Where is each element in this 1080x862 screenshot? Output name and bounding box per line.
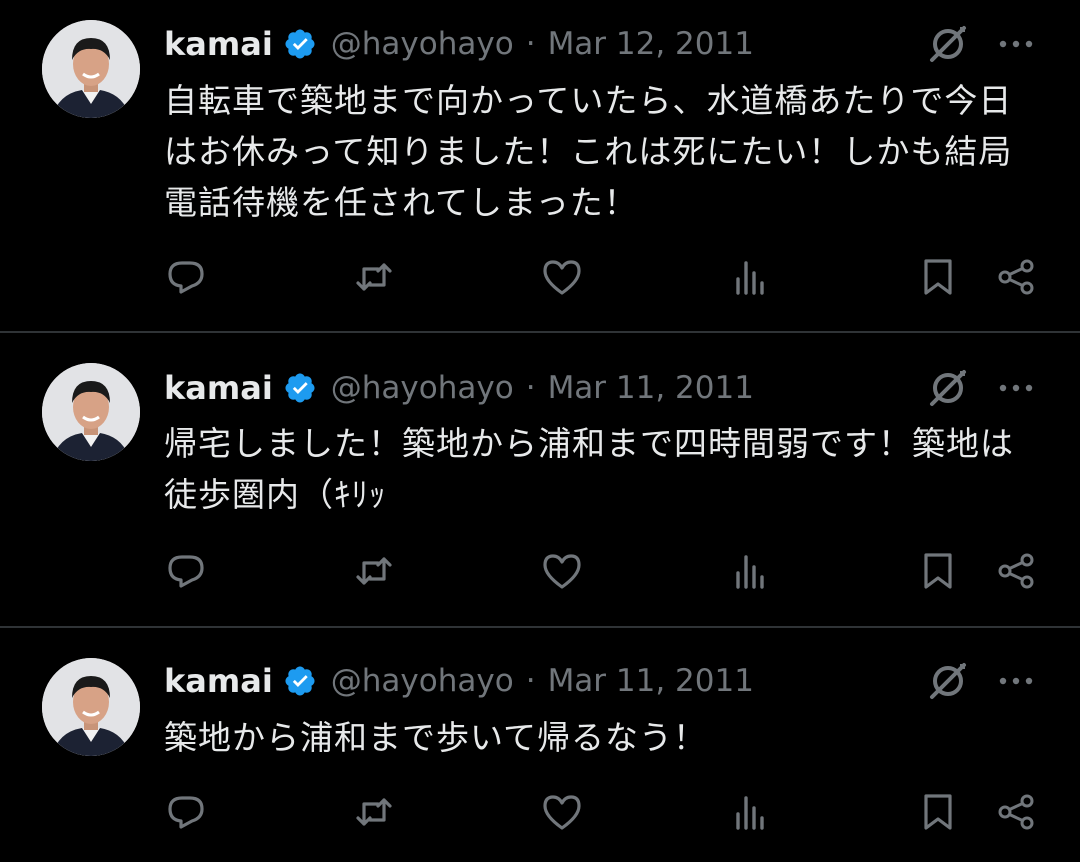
more-horizontal-icon[interactable] [994,22,1038,66]
retweet-icon[interactable] [352,792,396,832]
separator-dot: · [525,663,536,699]
more-horizontal-icon[interactable] [994,659,1038,703]
display-name[interactable]: kamai [164,25,273,63]
tweet-text: 帰宅しました！築地から浦和まで四時間弱です！築地は徒歩圏内（ｷﾘｯ [164,424,1014,514]
timeline: kamai @hayohayo · Mar 12, 2011 自転車で築地まで向… [0,0,1080,862]
grok-icon[interactable] [926,659,970,703]
bookmark-icon[interactable] [916,551,960,591]
display-name[interactable]: kamai [164,369,273,407]
avatar-image [42,363,140,461]
verified-badge-icon [283,371,317,405]
views-icon[interactable] [728,551,772,591]
handle[interactable]: @hayohayo [331,663,514,699]
grok-icon[interactable] [926,22,970,66]
display-name[interactable]: kamai [164,662,273,700]
bookmark-icon[interactable] [916,257,960,297]
avatar[interactable] [42,20,140,118]
like-icon[interactable] [540,551,584,591]
reply-icon[interactable] [164,792,208,832]
verified-badge-icon [283,664,317,698]
tweet-actions [0,257,1080,297]
tweet[interactable]: kamai @hayohayo · Mar 12, 2011 自転車で築地まで向… [0,0,1080,331]
retweet-icon[interactable] [352,551,396,591]
verified-badge-icon [283,27,317,61]
tweet-actions [0,792,1080,832]
avatar-image [42,20,140,118]
separator-dot: · [525,370,536,406]
bookmark-icon[interactable] [916,792,960,832]
share-icon[interactable] [994,257,1038,297]
tweet-actions [0,551,1080,591]
like-icon[interactable] [540,792,584,832]
separator-dot: · [525,26,536,62]
tweet-date[interactable]: Mar 12, 2011 [548,26,754,62]
grok-icon[interactable] [926,366,970,410]
handle[interactable]: @hayohayo [331,370,514,406]
avatar[interactable] [42,658,140,756]
more-horizontal-icon[interactable] [994,366,1038,410]
tweet-date[interactable]: Mar 11, 2011 [548,370,754,406]
views-icon[interactable] [728,792,772,832]
tweet-text: 自転車で築地まで向かっていたら、水道橋あたりで今日はお休みって知りました！これは… [164,81,1013,222]
retweet-icon[interactable] [352,257,396,297]
tweet-header: kamai @hayohayo · Mar 11, 2011 [164,366,754,410]
tweet-header: kamai @hayohayo · Mar 11, 2011 [164,659,754,703]
share-icon[interactable] [994,792,1038,832]
tweet-date[interactable]: Mar 11, 2011 [548,663,754,699]
avatar-image [42,658,140,756]
avatar[interactable] [42,363,140,461]
handle[interactable]: @hayohayo [331,26,514,62]
tweet-header: kamai @hayohayo · Mar 12, 2011 [164,22,754,66]
views-icon[interactable] [728,257,772,297]
like-icon[interactable] [540,257,584,297]
tweet[interactable]: kamai @hayohayo · Mar 11, 2011 築地から浦和まで歩… [0,628,1080,862]
reply-icon[interactable] [164,257,208,297]
reply-icon[interactable] [164,551,208,591]
tweet[interactable]: kamai @hayohayo · Mar 11, 2011 帰宅しました！築地… [0,333,1080,626]
tweet-text: 築地から浦和まで歩いて帰るなう！ [164,718,708,757]
share-icon[interactable] [994,551,1038,591]
